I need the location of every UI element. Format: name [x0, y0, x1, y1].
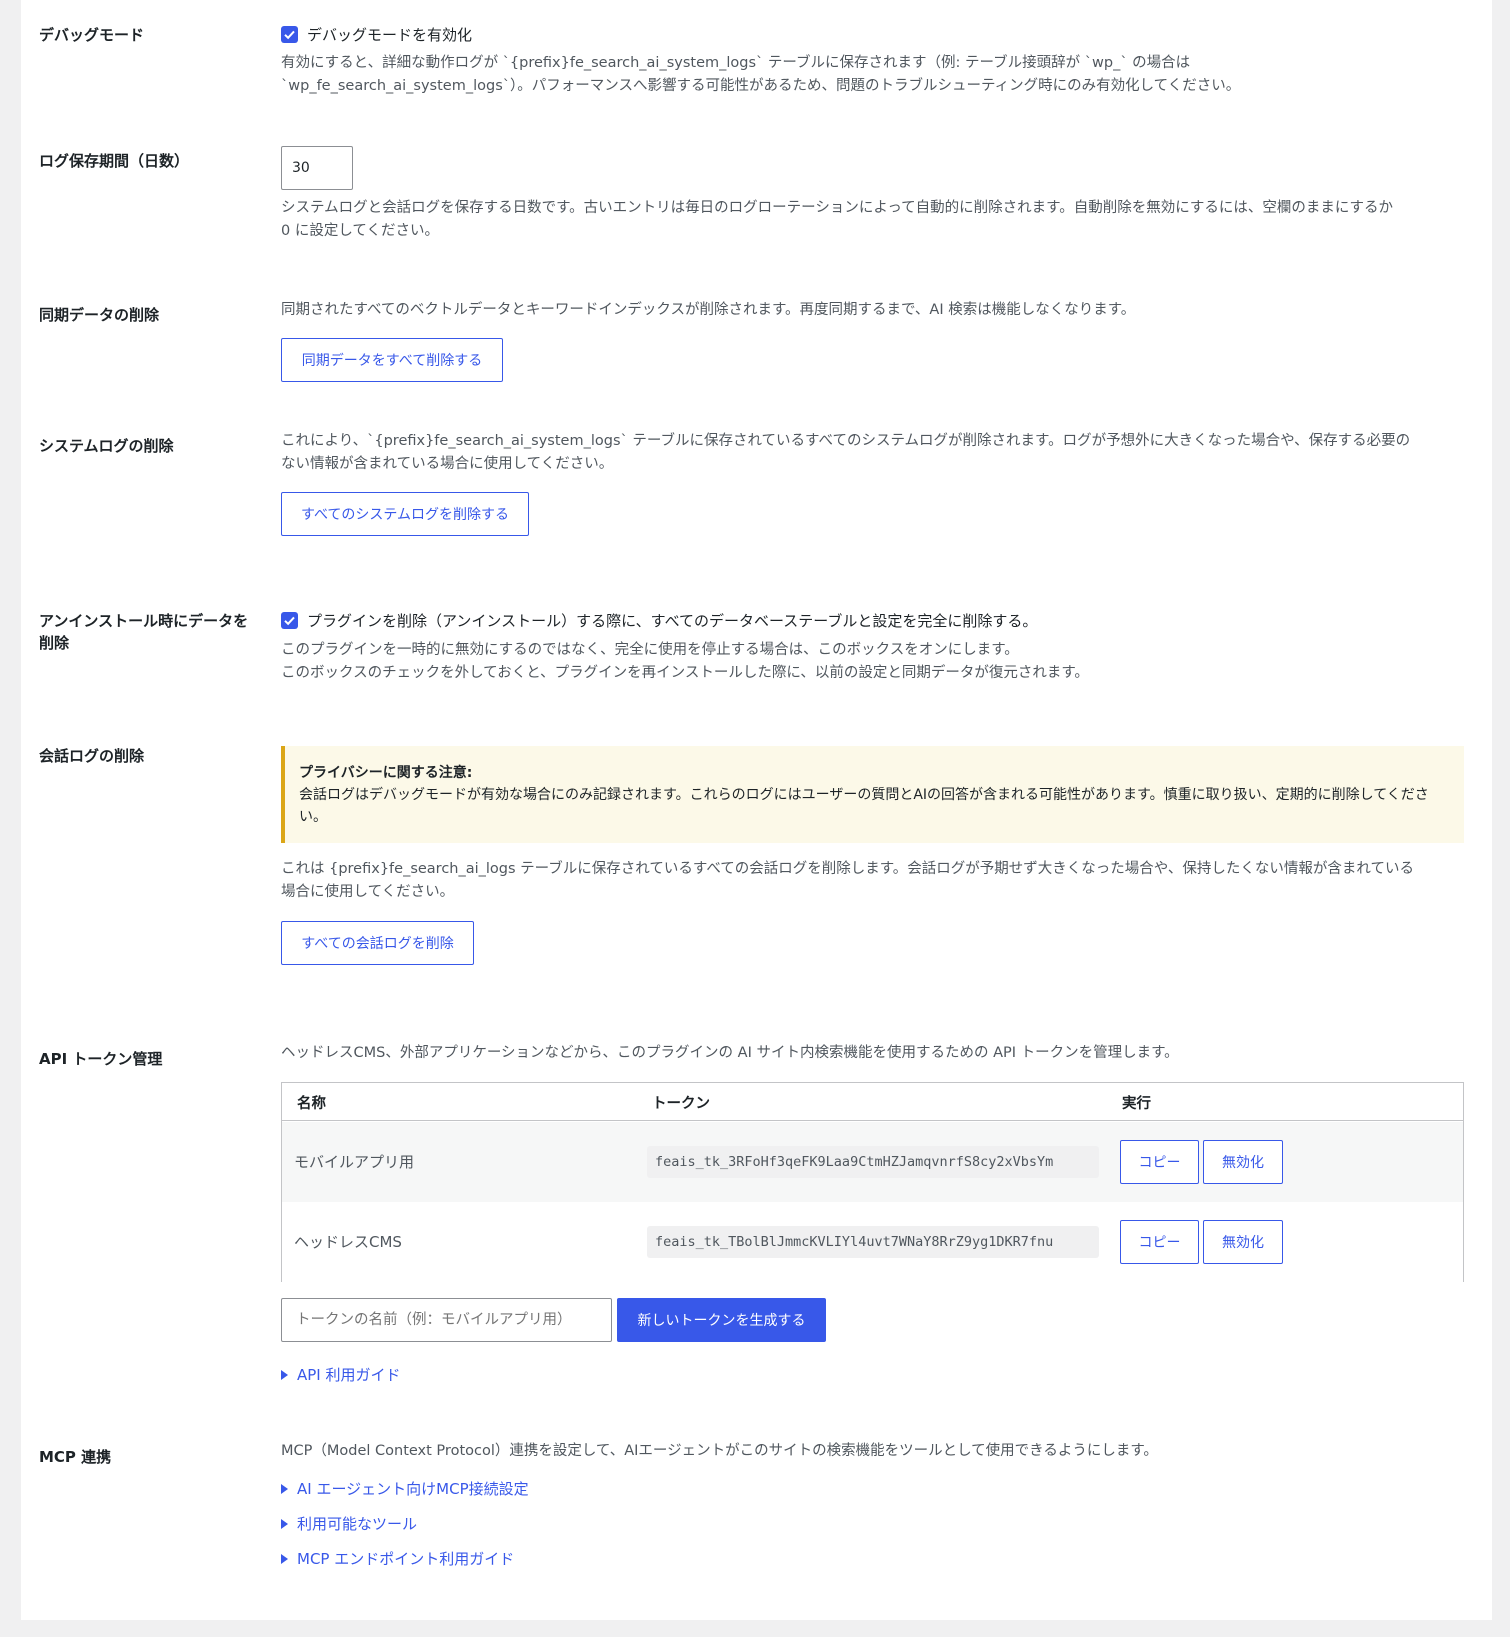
privacy-notice: プライバシーに関する注意: 会話ログはデバッグモードが有効な場合にのみ記録されま… [281, 746, 1464, 843]
uninstall-data-delete-label: アンインストール時にデータを 削除 [39, 612, 249, 652]
disclosure-triangle-icon [281, 1483, 288, 1494]
debug-mode-checkbox-row[interactable]: デバッグモードを有効化 [281, 24, 472, 45]
disable-token-button[interactable]: 無効化 [1203, 1140, 1283, 1184]
column-header-actions: 実行 [1122, 1096, 1151, 1112]
disable-token-button[interactable]: 無効化 [1203, 1220, 1283, 1264]
table-row: ヘッドレスCMS feais_tk_TBolBlJmmcKVLIYl4uvt7W… [282, 1202, 1463, 1282]
checkbox-checked-icon[interactable] [281, 26, 298, 43]
mcp-integration-label: MCP 連携 [39, 1448, 112, 1466]
uninstall-delete-checkbox-label[interactable]: プラグインを削除（アンインストール）する際に、すべてのデータベーステーブルと設定… [307, 610, 1037, 631]
uninstall-description: このプラグインを一時的に無効にするのではなく、完全に使用を停止する場合は、このボ… [281, 642, 1089, 681]
api-usage-guide-toggle[interactable]: API 利用ガイド [281, 1364, 401, 1385]
disclosure-triangle-icon [281, 1518, 288, 1529]
delete-all-sync-data-button[interactable]: 同期データをすべて削除する [281, 338, 503, 382]
token-value: feais_tk_3RFoHf3qeFK9Laa9CtmHZJamqvnrfS8… [647, 1146, 1099, 1178]
mcp-connection-settings-toggle[interactable]: AI エージェント向けMCP接続設定 [281, 1478, 529, 1499]
conversation-log-delete-description: これは {prefix}fe_search_ai_logs テーブルに保存されて… [281, 861, 1414, 900]
copy-token-button[interactable]: コピー [1120, 1220, 1199, 1264]
table-row: モバイルアプリ用 feais_tk_3RFoHf3qeFK9Laa9CtmHZJ… [282, 1122, 1463, 1202]
disclosure-triangle-icon [281, 1553, 288, 1564]
mcp-endpoint-guide-toggle[interactable]: MCP エンドポイント利用ガイド [281, 1548, 514, 1569]
privacy-notice-title: プライバシーに関する注意: [299, 765, 473, 781]
mcp-integration-description: MCP（Model Context Protocol）連携を設定して、AIエージ… [281, 1443, 1158, 1459]
api-token-description: ヘッドレスCMS、外部アプリケーションなどから、このプラグインの AI サイト内… [281, 1045, 1179, 1061]
column-header-name: 名称 [297, 1096, 326, 1112]
generate-token-button[interactable]: 新しいトークンを生成する [617, 1298, 826, 1342]
token-name: モバイルアプリ用 [294, 1153, 415, 1171]
checkbox-checked-icon[interactable] [281, 612, 298, 629]
log-retention-description: システムログと会話ログを保存する日数です。古いエントリは毎日のログローテーション… [281, 200, 1393, 239]
sync-data-delete-label: 同期データの削除 [39, 306, 160, 324]
token-name: ヘッドレスCMS [294, 1233, 402, 1251]
token-value: feais_tk_TBolBlJmmcKVLIYl4uvt7WNaY8RrZ9y… [647, 1226, 1099, 1258]
api-token-management-label: API トークン管理 [39, 1050, 163, 1068]
available-tools-toggle[interactable]: 利用可能なツール [281, 1513, 417, 1534]
delete-all-system-logs-button[interactable]: すべてのシステムログを削除する [281, 492, 529, 536]
debug-mode-checkbox-label[interactable]: デバッグモードを有効化 [307, 24, 472, 45]
log-retention-input[interactable]: 30 [281, 146, 353, 190]
debug-mode-label: デバッグモード [39, 26, 145, 44]
sync-data-delete-description: 同期されたすべてのベクトルデータとキーワードインデックスが削除されます。再度同期… [281, 302, 1136, 318]
disclosure-triangle-icon [281, 1369, 288, 1380]
new-token-name-input[interactable] [281, 1298, 612, 1342]
api-token-table-header: 名称 トークン 実行 [282, 1083, 1463, 1121]
privacy-notice-text-line2: い。 [299, 809, 327, 825]
system-log-delete-description: これにより、`{prefix}fe_search_ai_system_logs`… [281, 433, 1411, 472]
api-token-table: 名称 トークン 実行 モバイルアプリ用 feais_tk_3RFoHf3qeFK… [281, 1082, 1464, 1282]
system-log-delete-label: システムログの削除 [39, 437, 174, 455]
debug-mode-description: 有効にすると、詳細な動作ログが `{prefix}fe_search_ai_sy… [281, 55, 1241, 94]
uninstall-delete-checkbox-row[interactable]: プラグインを削除（アンインストール）する際に、すべてのデータベーステーブルと設定… [281, 610, 1037, 631]
privacy-notice-text-line1: 会話ログはデバッグモードが有効な場合にのみ記録されます。これらのログにはユーザー… [299, 787, 1429, 803]
conversation-log-delete-label: 会話ログの削除 [39, 747, 145, 765]
delete-all-conversation-logs-button[interactable]: すべての会話ログを削除 [281, 921, 474, 965]
copy-token-button[interactable]: コピー [1120, 1140, 1199, 1184]
column-header-token: トークン [652, 1096, 710, 1112]
log-retention-label: ログ保存期間（日数） [39, 152, 190, 170]
